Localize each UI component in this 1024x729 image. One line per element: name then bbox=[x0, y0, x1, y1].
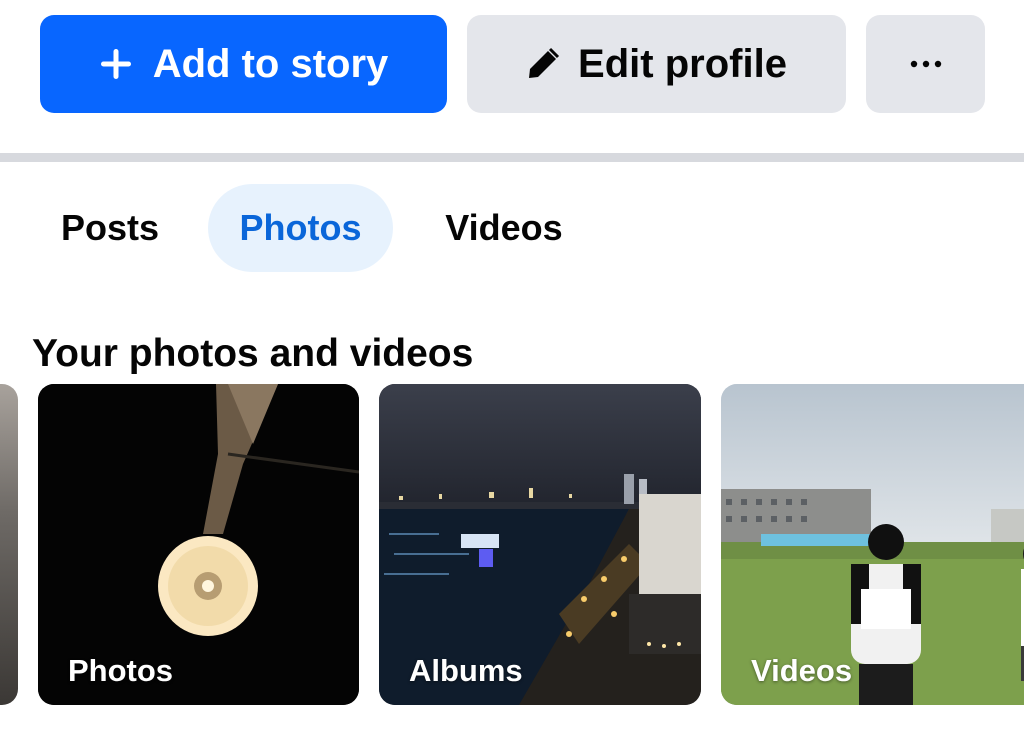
section-title: Your photos and videos bbox=[32, 332, 474, 375]
edit-profile-button[interactable]: Edit profile bbox=[467, 15, 846, 113]
edit-profile-label: Edit profile bbox=[578, 41, 787, 86]
section-divider bbox=[0, 153, 1024, 162]
tab-photos[interactable]: Photos bbox=[208, 184, 393, 272]
photos-card[interactable]: Photos bbox=[38, 384, 359, 705]
add-to-story-label: Add to story bbox=[152, 41, 389, 86]
tab-videos[interactable]: Videos bbox=[420, 184, 588, 272]
add-to-story-button[interactable]: Add to story bbox=[40, 15, 447, 113]
albums-card-label: Albums bbox=[409, 653, 523, 688]
more-icon bbox=[910, 60, 941, 68]
more-options-button[interactable] bbox=[866, 15, 985, 113]
videos-card[interactable]: Videos bbox=[721, 384, 1024, 705]
albums-card[interactable]: Albums bbox=[379, 384, 701, 705]
videos-card-label: Videos bbox=[751, 653, 853, 688]
tab-posts[interactable]: Posts bbox=[40, 184, 180, 272]
plus-icon bbox=[100, 49, 131, 79]
partial-card[interactable] bbox=[0, 384, 18, 705]
pencil-icon bbox=[529, 47, 560, 78]
profile-tabs: Posts Photos Videos bbox=[0, 184, 1024, 272]
photos-card-label: Photos bbox=[68, 653, 174, 688]
